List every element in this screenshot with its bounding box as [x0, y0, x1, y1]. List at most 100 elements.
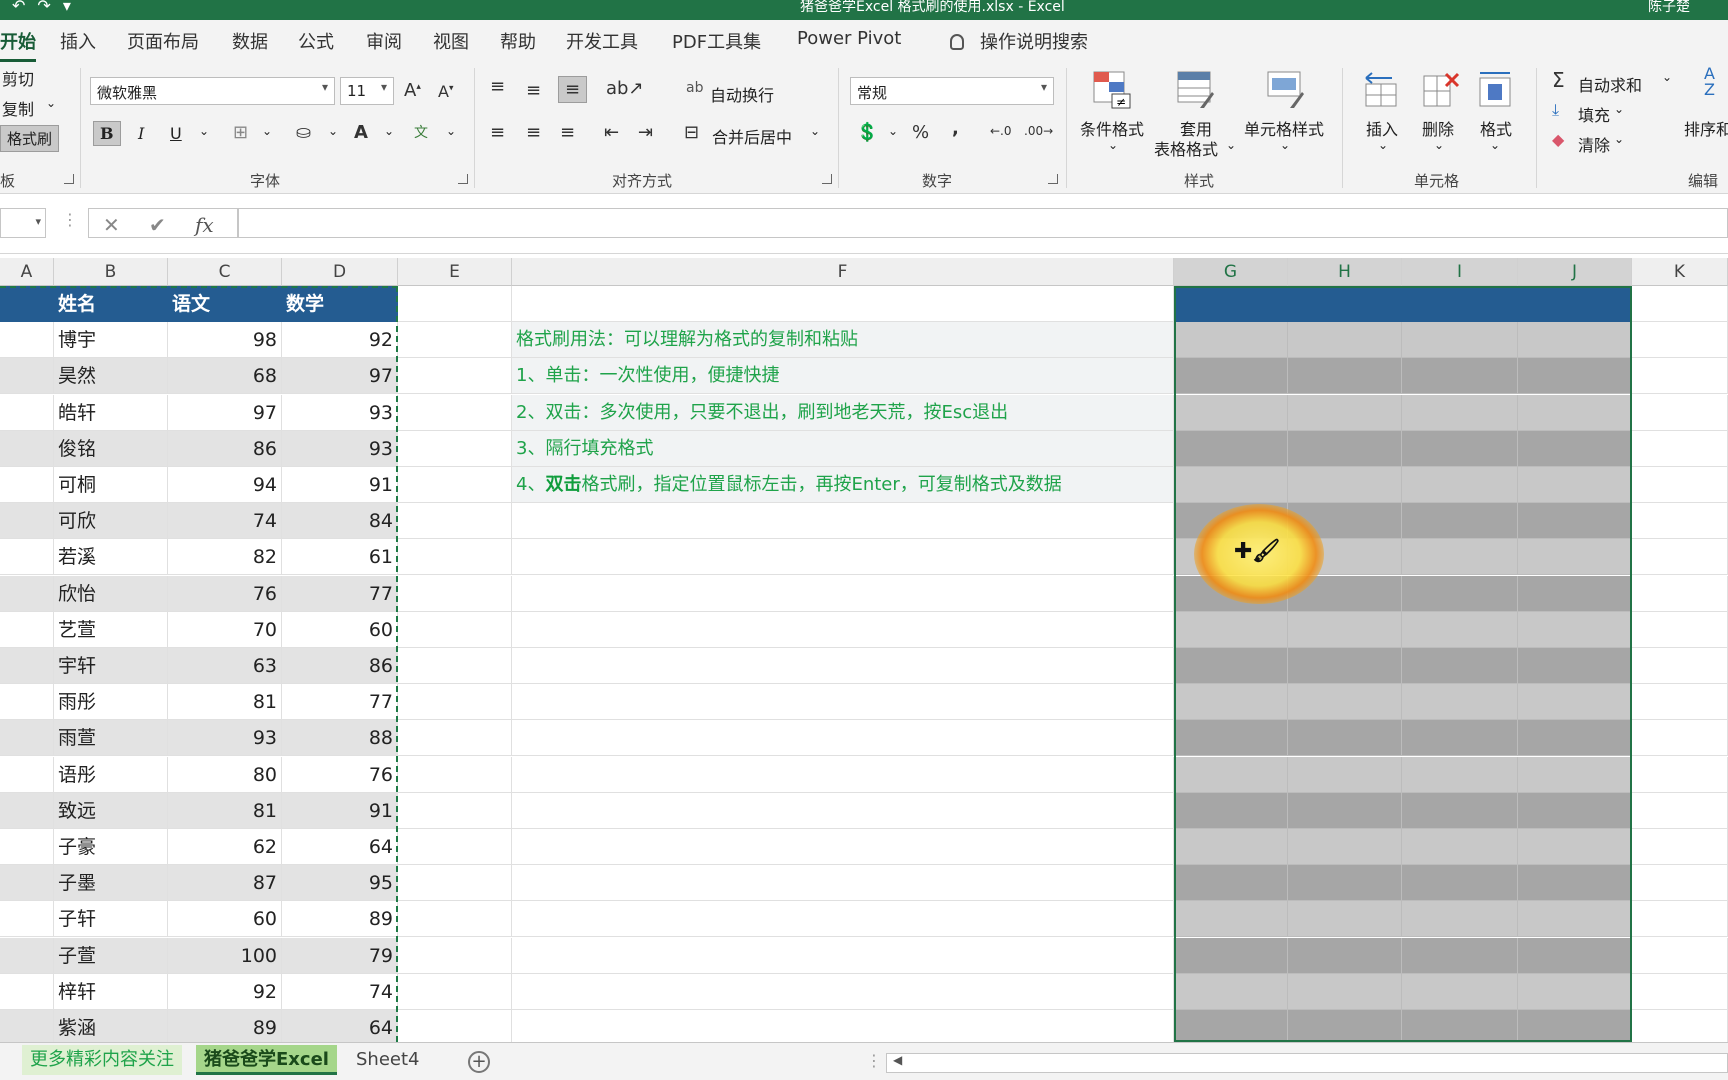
increase-font-icon[interactable]: A▴ — [404, 80, 421, 101]
cell-styles-button[interactable]: 单元格样式 — [1244, 116, 1324, 140]
grid-cell[interactable] — [398, 539, 512, 576]
sort-filter-button[interactable]: 排序和 — [1684, 116, 1728, 140]
grid-cell[interactable]: 雨萱 — [54, 720, 168, 757]
grid-cell[interactable]: 80 — [168, 756, 282, 793]
align-left-icon[interactable]: ≡ — [490, 122, 505, 143]
chevron-down-icon[interactable]: ⌄ — [1614, 102, 1624, 116]
grid-cell[interactable] — [1174, 648, 1288, 684]
grid-cell[interactable]: 64 — [282, 1010, 398, 1042]
tab-5[interactable]: 审阅 — [366, 28, 402, 54]
grid-cell[interactable] — [1632, 829, 1728, 865]
grid-cell[interactable]: 97 — [168, 394, 282, 431]
clear-button[interactable]: 清除 — [1578, 132, 1610, 156]
grid-cell[interactable] — [398, 467, 512, 503]
splitter-handle[interactable]: ⋮ — [62, 210, 78, 229]
worksheet-grid[interactable]: ABCDEFGHIJK 姓名 语文 数学 博宇 98 92 格式刷用法：可以理解为格式的复制… — [0, 254, 1728, 1042]
grid-cell[interactable] — [1174, 322, 1288, 359]
grid-cell[interactable] — [1402, 322, 1518, 359]
column-header[interactable]: H — [1288, 258, 1402, 286]
grid-cell[interactable]: 雨彤 — [54, 684, 168, 721]
column-header[interactable]: G — [1174, 258, 1288, 286]
grid-cell[interactable] — [398, 430, 512, 467]
grid-cell[interactable]: 89 — [282, 901, 398, 938]
grid-cell[interactable] — [1288, 467, 1402, 503]
name-box[interactable]: ▾ — [0, 208, 46, 238]
user-name[interactable]: 陈子楚 — [1648, 0, 1690, 16]
grid-cell[interactable] — [398, 937, 512, 974]
grid-cell[interactable] — [0, 792, 54, 829]
grid-cell[interactable]: 74 — [282, 973, 398, 1010]
grid-cell[interactable] — [1402, 973, 1518, 1010]
grid-cell[interactable]: 致远 — [54, 792, 168, 829]
grid-cell[interactable]: 89 — [168, 1010, 282, 1042]
column-header[interactable]: B — [54, 258, 168, 286]
align-center-icon[interactable]: ≡ — [526, 122, 541, 143]
tab-10[interactable]: Power Pivot — [797, 28, 901, 49]
underline-button[interactable]: U — [170, 124, 182, 143]
grid-cell[interactable] — [1518, 286, 1632, 322]
grid-cell[interactable] — [398, 792, 512, 829]
chevron-down-icon[interactable]: ⌄ — [1434, 138, 1444, 152]
grid-cell[interactable]: 4、双击格式刷，指定位置鼠标左击，再按Enter，可复制格式及数据 — [512, 467, 1174, 503]
tab-2[interactable]: 页面布局 — [127, 28, 199, 54]
chevron-down-icon[interactable]: ⌄ — [810, 124, 820, 138]
grid-cell[interactable] — [512, 684, 1174, 721]
phonetic-icon[interactable]: 文 — [414, 122, 428, 142]
grid-cell[interactable] — [1402, 792, 1518, 829]
grid-cell[interactable] — [1288, 1010, 1402, 1042]
grid-cell[interactable]: 可欣 — [54, 503, 168, 540]
grid-cell[interactable]: 子豪 — [54, 829, 168, 865]
grid-cell[interactable] — [512, 720, 1174, 757]
grid-cell[interactable] — [398, 756, 512, 793]
column-header[interactable]: K — [1632, 258, 1728, 286]
font-size-select[interactable]: 11 ▾ — [340, 77, 394, 105]
grid-cell[interactable] — [1518, 503, 1632, 540]
grid-cell[interactable] — [1632, 720, 1728, 757]
grid-cell[interactable] — [398, 575, 512, 612]
alignment-launcher-icon[interactable] — [822, 174, 832, 184]
grid-cell[interactable] — [0, 865, 54, 902]
grid-cell[interactable]: 79 — [282, 937, 398, 974]
column-header[interactable]: D — [282, 258, 398, 286]
grid-cell[interactable]: 语文 — [168, 286, 282, 322]
grid-cell[interactable] — [1174, 467, 1288, 503]
grid-cell[interactable] — [1174, 973, 1288, 1010]
grid-cell[interactable] — [1174, 829, 1288, 865]
scroll-splitter-handle[interactable]: ⋮ — [866, 1051, 882, 1070]
align-top-icon[interactable]: ≡ — [490, 76, 505, 97]
tab-0[interactable]: 开始 — [0, 28, 36, 62]
grid-cell[interactable] — [0, 937, 54, 974]
grid-cell[interactable] — [0, 539, 54, 576]
grid-cell[interactable] — [1402, 394, 1518, 431]
grid-cell[interactable] — [0, 286, 54, 322]
grid-cell[interactable]: 宇轩 — [54, 648, 168, 684]
grid-cell[interactable] — [1518, 394, 1632, 431]
percent-button[interactable]: % — [912, 122, 929, 143]
cancel-icon[interactable]: ✕ — [103, 213, 120, 237]
grid-cell[interactable] — [1518, 684, 1632, 721]
grid-cell[interactable] — [512, 901, 1174, 938]
grid-cell[interactable] — [1632, 286, 1728, 322]
grid-cell[interactable] — [1288, 430, 1402, 467]
grid-cell[interactable] — [1402, 937, 1518, 974]
grid-cell[interactable] — [512, 937, 1174, 974]
column-header[interactable]: C — [168, 258, 282, 286]
accounting-format-icon[interactable]: 💲 — [856, 122, 878, 143]
increase-indent-icon[interactable]: ⇥ — [638, 122, 653, 143]
grid-cell[interactable] — [1632, 575, 1728, 612]
grid-cell[interactable] — [1518, 720, 1632, 757]
grid-cell[interactable] — [1632, 394, 1728, 431]
grid-cell[interactable] — [512, 539, 1174, 576]
grid-cell[interactable] — [1174, 792, 1288, 829]
grid-cell[interactable]: 81 — [168, 684, 282, 721]
grid-cell[interactable] — [1518, 829, 1632, 865]
grid-cell[interactable] — [1632, 684, 1728, 721]
grid-cell[interactable] — [1518, 611, 1632, 648]
fill-button[interactable]: 填充 — [1578, 102, 1610, 126]
grid-cell[interactable] — [1632, 503, 1728, 540]
grid-cell[interactable] — [512, 1010, 1174, 1042]
grid-cell[interactable]: 93 — [168, 720, 282, 757]
grid-cell[interactable] — [1174, 358, 1288, 395]
grid-cell[interactable] — [398, 286, 512, 322]
grid-cell[interactable]: 77 — [282, 684, 398, 721]
